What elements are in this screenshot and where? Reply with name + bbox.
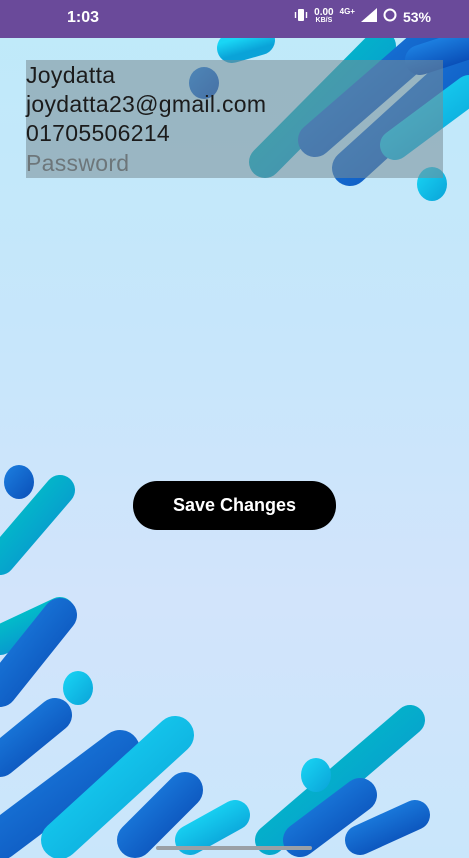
status-bar: 1:03 0.00 KB/S 4G+ 53% [0,0,469,38]
phone-field[interactable]: 01705506214 [26,120,170,147]
navigation-handle[interactable] [156,846,312,850]
battery-icon [383,8,397,25]
name-field[interactable]: Joydatta [26,62,115,89]
network-speed: 0.00 KB/S [314,6,334,25]
vibrate-icon [294,8,308,25]
network-type: 4G+ [339,7,355,16]
network-speed-unit: KB/S [315,16,333,24]
status-time: 1:03 [67,9,100,26]
password-field[interactable]: Password [26,150,129,177]
signal-icon [360,8,377,25]
battery-percent: 53% [402,8,431,25]
email-field[interactable]: joydatta23@gmail.com [26,91,266,118]
status-icons: 0.00 KB/S 4G+ 53% [294,6,431,25]
save-changes-button[interactable]: Save Changes [133,481,336,530]
network-speed-value: 0.00 [314,6,334,18]
profile-form: Joydatta joydatta23@gmail.com 0170550621… [26,60,443,178]
